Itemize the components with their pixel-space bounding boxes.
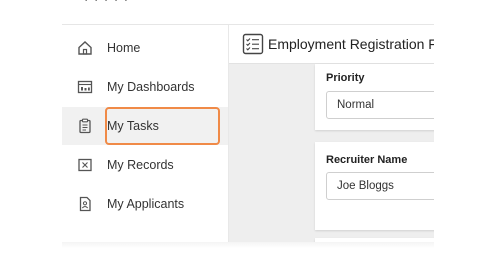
sidebar-item-my-records[interactable]: My Records [62, 146, 228, 184]
bottom-edge [62, 242, 434, 248]
priority-card: Priority Normal [315, 64, 434, 130]
page-title: Employment Registration F [268, 36, 434, 52]
sidebar-item-my-dashboards[interactable]: My Dashboards [62, 68, 228, 106]
recruiter-name-label: Recruiter Name [326, 154, 408, 166]
form-header: Employment Registration F [229, 25, 434, 64]
sidebar-item-my-tasks[interactable]: My Tasks [62, 107, 228, 145]
sidebar-item-my-applicants[interactable]: My Applicants [62, 185, 228, 223]
dashboard-icon [76, 78, 94, 96]
app-window: · · · · · Home My Dashboards My Tasks [62, 0, 434, 242]
sidebar-item-label: My Applicants [107, 197, 185, 211]
recruiter-card: Recruiter Name Joe Bloggs [315, 142, 434, 230]
sidebar-item-label: My Dashboards [107, 80, 195, 94]
applicants-icon [76, 195, 94, 213]
recruiter-name-field[interactable]: Joe Bloggs [326, 172, 434, 200]
home-icon [76, 39, 94, 57]
screenshot-stage: · · · · · Home My Dashboards My Tasks [0, 0, 500, 264]
records-icon [76, 156, 94, 174]
cut-off-header: · · · · · [84, 0, 129, 7]
priority-value: Normal [337, 99, 375, 111]
clipboard-icon [76, 117, 94, 135]
priority-field[interactable]: Normal [326, 91, 434, 119]
main-content: Employment Registration F Priority Norma… [229, 25, 434, 242]
sidebar-item-label: My Tasks [107, 119, 159, 133]
top-strip: · · · · · [62, 0, 434, 25]
sidebar-item-label: My Records [107, 158, 174, 172]
sidebar-item-home[interactable]: Home [62, 29, 228, 67]
sidebar: Home My Dashboards My Tasks My Records M… [62, 25, 229, 242]
checklist-icon [242, 33, 264, 55]
sidebar-item-label: Home [107, 41, 141, 55]
recruiter-name-value: Joe Bloggs [337, 180, 394, 192]
priority-label: Priority [326, 72, 365, 84]
